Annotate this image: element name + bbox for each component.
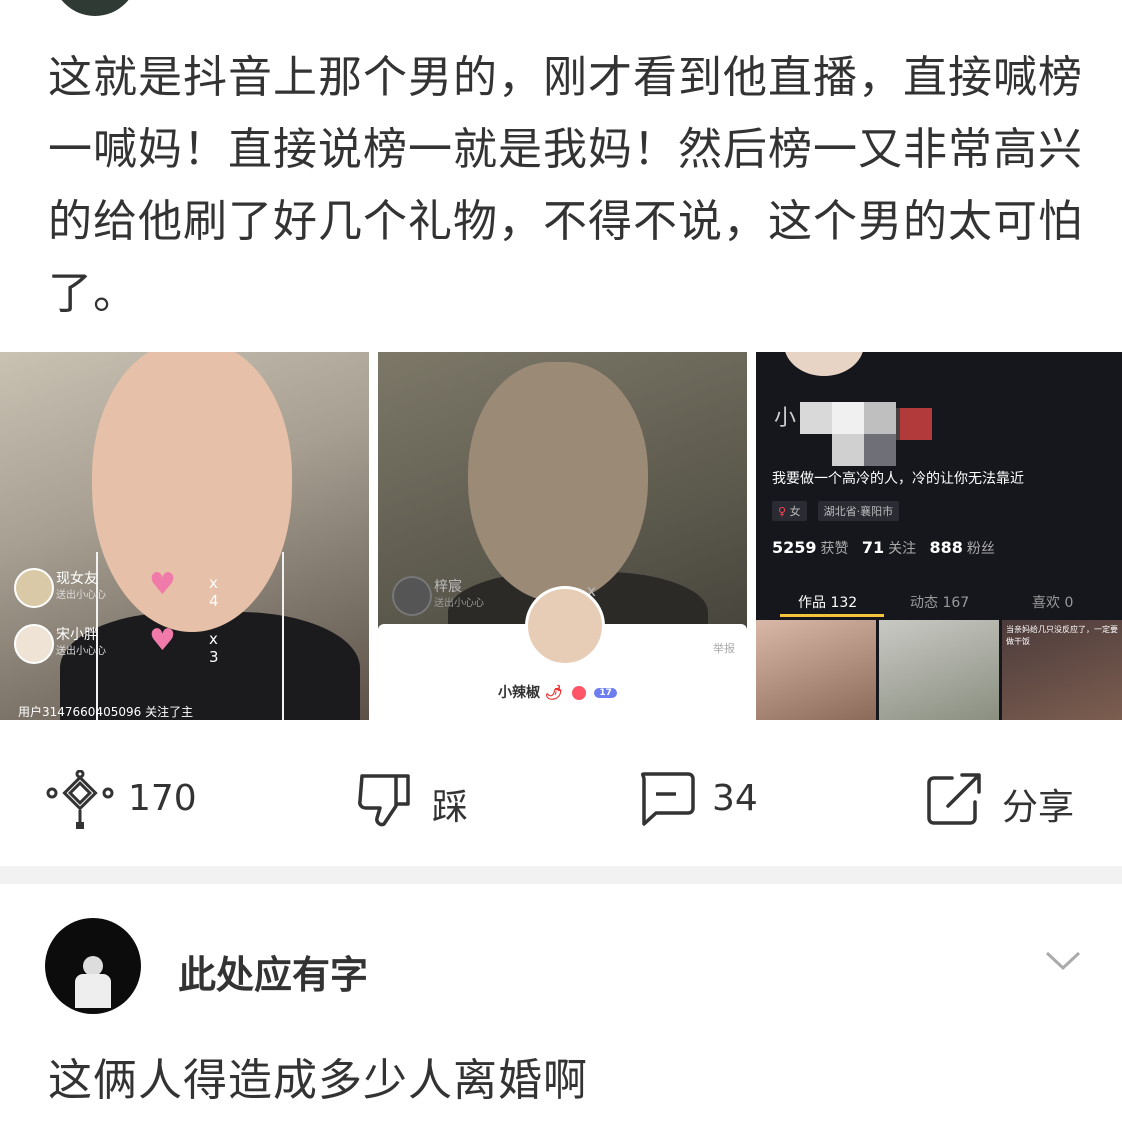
likes-label: 获赞 [820, 541, 849, 557]
gift-user-name: 宋小胖 [56, 627, 98, 643]
followers-label: 粉丝 [966, 541, 995, 557]
user-card-name: 小辣椒 🌶 17 [498, 682, 617, 702]
post-text: 这就是抖音上那个男的，刚才看到他直播，直接喊榜一喊妈！直接说榜一就是我妈！然后榜… [48, 52, 1083, 319]
following-count: 71 [861, 538, 885, 557]
face [92, 352, 292, 632]
gift-user-name: 梓宸 [434, 579, 462, 595]
user-card-name-text: 小辣椒 [498, 685, 540, 701]
profile-bio: 我要做一个高冷的人，冷的让你无法靠近 [772, 471, 1024, 487]
thumbnail-caption: 当亲妈给几只没反应了，一定要做干饭 [1006, 625, 1118, 646]
share-button[interactable]: 分享 [926, 770, 1086, 828]
following-label: 关注 [888, 541, 917, 557]
avatar [784, 352, 864, 376]
comment-text: 这俩人得造成多少人离婚啊 [48, 1055, 588, 1106]
report-link[interactable]: 举报 [713, 640, 735, 656]
tab-underline [780, 614, 884, 617]
repost-button[interactable]: 170 [44, 770, 204, 829]
chili-icon: 🌶 [544, 685, 563, 701]
gift-count: x 3 [209, 630, 219, 666]
post-image-live-2[interactable]: 梓宸 送出小心心 x 1 举报 小辣椒 🌶 17 [378, 352, 747, 720]
avatar [525, 586, 605, 666]
level-badge: 17 [594, 688, 617, 698]
dislike-label: 踩 [432, 787, 469, 828]
level-badge-value: 17 [599, 688, 612, 698]
likes-count: 5259 [772, 538, 817, 557]
mosaic-block [900, 408, 932, 440]
avatar [392, 576, 432, 616]
section-divider [0, 866, 1122, 884]
comment-username[interactable]: 此处应有字 [178, 944, 368, 999]
mosaic-block [832, 434, 864, 466]
followers-count: 888 [929, 538, 963, 557]
tab-activity[interactable]: 动态 167 [910, 592, 969, 612]
avatar [14, 568, 54, 608]
mosaic-block [864, 434, 896, 466]
post-image-live-1[interactable]: 现女友 送出小心心 ♥ x 4 宋小胖 送出小心心 ♥ x 3 用户314766… [0, 352, 369, 720]
video-thumbnail[interactable] [756, 620, 876, 720]
comment-button[interactable]: 34 [636, 770, 776, 826]
heart-icon: ♥ [149, 623, 176, 658]
comment-avatar[interactable] [45, 918, 141, 1014]
location-tag: 湖北省·襄阳市 [817, 501, 900, 521]
mosaic-block [832, 402, 864, 434]
comment-count: 34 [712, 778, 758, 819]
thumbs-down-icon [358, 774, 410, 827]
post-image-profile[interactable]: 小 我要做一个高冷的人，冷的让你无法靠近 ♀ 女 湖北省·襄阳市 5259 获赞 … [756, 352, 1122, 720]
comment-bubble-icon [640, 772, 695, 826]
chevron-down-icon[interactable] [1044, 950, 1082, 972]
live-comment: 用户3147660405096 关注了主 [18, 705, 194, 719]
video-thumbnail[interactable]: 当亲妈给几只没反应了，一定要做干饭 [1002, 620, 1122, 720]
mosaic-block [800, 402, 832, 434]
poster-avatar[interactable] [52, 0, 138, 16]
video-thumbnail[interactable] [879, 620, 999, 720]
gender-tag: ♀ 女 [772, 501, 807, 521]
tab-works[interactable]: 作品 132 [798, 592, 857, 612]
gift-description: 送出小心心 [56, 646, 106, 657]
share-label: 分享 [1002, 787, 1075, 828]
gift-count: x 4 [209, 574, 219, 610]
profile-stats: 5259 获赞 71 关注 888 粉丝 [772, 538, 995, 558]
face [468, 362, 648, 602]
gift-description: 送出小心心 [56, 590, 106, 601]
profile-name: 小 [774, 406, 797, 431]
gift-user-name: 现女友 [56, 571, 98, 587]
gender-text: 女 [789, 505, 801, 518]
avatar-figure-head [83, 956, 103, 976]
post-images: 现女友 送出小心心 ♥ x 4 宋小胖 送出小心心 ♥ x 3 用户314766… [0, 352, 1122, 720]
female-icon: ♀ [778, 505, 787, 518]
tab-likes[interactable]: 喜欢 0 [1032, 592, 1073, 612]
gift-description: 送出小心心 [434, 598, 484, 609]
earphone-cord [282, 552, 284, 720]
repost-count: 170 [128, 778, 197, 819]
dislike-button[interactable]: 踩 [356, 770, 496, 828]
heart-icon: ♥ [149, 567, 176, 602]
profile-tags: ♀ 女 湖北省·襄阳市 [772, 500, 905, 521]
avatar-figure-body [75, 974, 111, 1008]
share-icon [927, 773, 981, 825]
mosaic-block [864, 402, 896, 434]
chinese-knot-icon [46, 770, 114, 829]
post-actions: 170 踩 34 分享 [0, 740, 1122, 850]
avatar [14, 624, 54, 664]
red-badge-icon [571, 686, 586, 700]
